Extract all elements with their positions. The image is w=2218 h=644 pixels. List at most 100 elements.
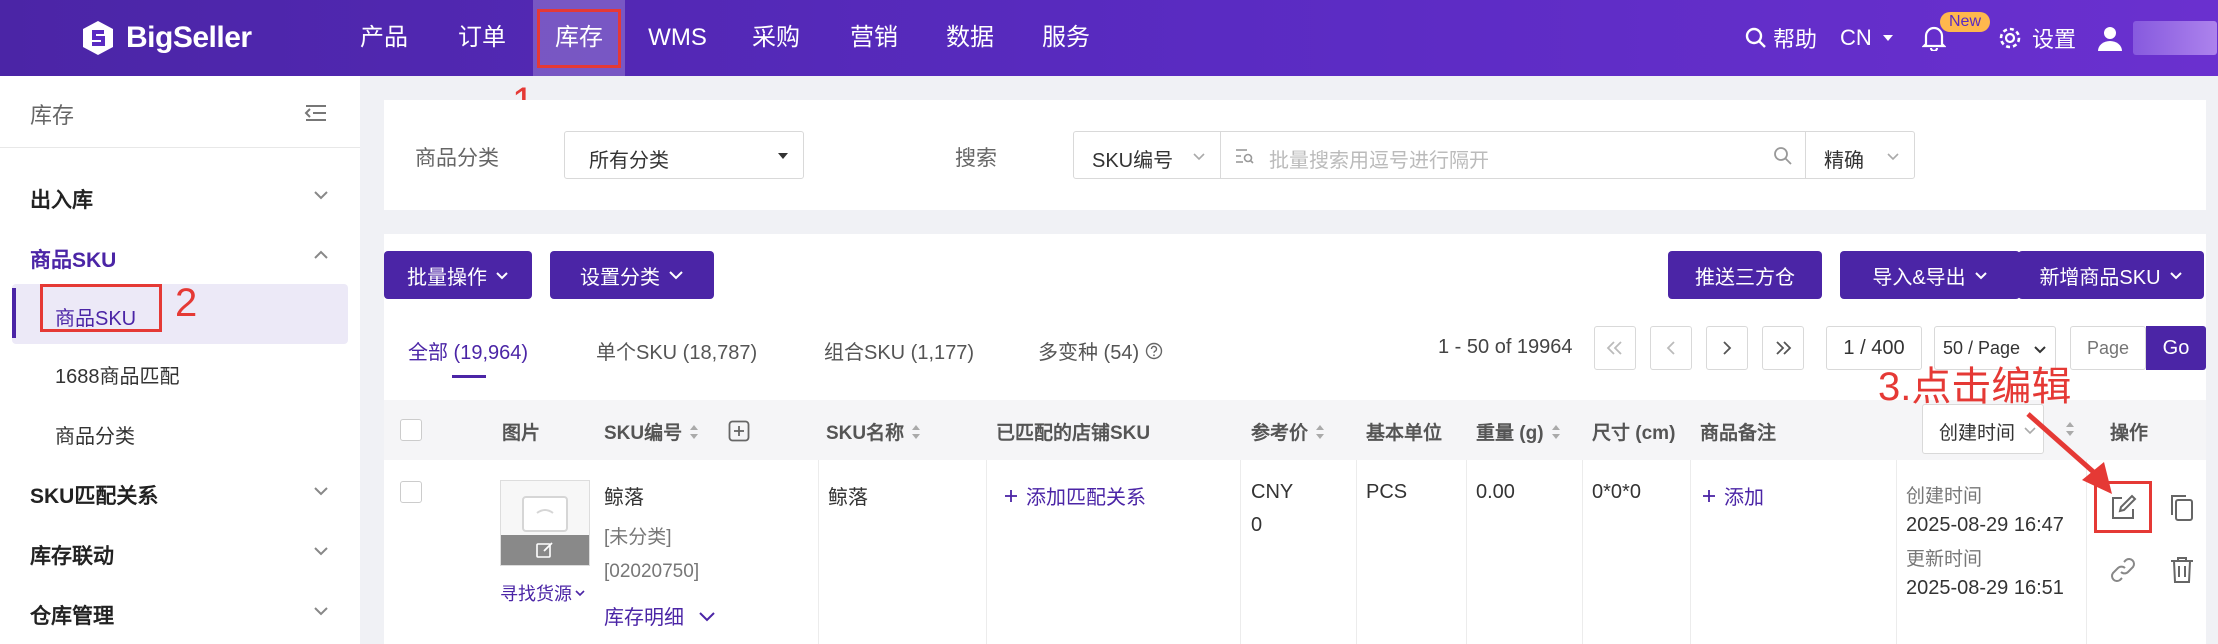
annotation-step-3: 3.点击编辑 [1878,365,2072,409]
nav-marketing[interactable]: 营销 [838,0,910,76]
push-3pl-button[interactable]: 推送三方仓 [1668,251,1822,299]
prev-page-button[interactable] [1650,326,1692,370]
push-3pl-label: 推送三方仓 [1695,266,1795,289]
select-all-checkbox[interactable] [400,419,422,441]
collapse-menu-icon[interactable] [304,103,328,123]
page-size-select[interactable]: 50 / Page [1934,326,2056,370]
base-unit-value: PCS [1366,481,1408,503]
sort-icon [912,424,921,439]
chevron-left-icon [1666,341,1675,355]
set-category-button[interactable]: 设置分类 [550,251,714,299]
column-weight-label: 重量 (g) [1476,423,1544,444]
chevron-up-icon [314,250,328,259]
column-weight[interactable]: 重量 (g) [1476,418,1562,445]
sku-title: 鲸落 [604,487,644,509]
sidebar-item-warehouse[interactable]: 仓库管理 [0,584,360,640]
help-link[interactable]: 帮助 [1745,0,1817,76]
sidebar-item-inbound-outbound[interactable]: 出入库 [0,168,360,224]
nav-wms[interactable]: WMS [640,0,715,76]
help-circle-icon[interactable] [1145,342,1163,360]
product-image-thumbnail[interactable] [500,480,590,566]
chevron-down-icon [314,487,328,496]
sidebar-item-1688-match[interactable]: 1688商品匹配 [0,344,360,400]
edit-icon [536,542,553,558]
add-match-link[interactable]: 添加匹配关系 [1004,481,1146,510]
bulk-actions-button[interactable]: 批量操作 [384,251,532,299]
column-sku-code[interactable]: SKU编号 [604,418,700,445]
updated-time-label: 更新时间 [1906,549,1983,570]
add-note-link[interactable]: 添加 [1702,481,1764,510]
nav-products[interactable]: 产品 [348,0,420,76]
nav-purchase[interactable]: 采购 [740,0,812,76]
trash-icon[interactable] [2169,555,2195,585]
nav-services[interactable]: 服务 [1030,0,1102,76]
search-input[interactable]: 批量搜索用逗号进行隔开 [1220,131,1806,179]
goto-page-button[interactable]: Go [2146,326,2206,370]
find-source-link[interactable]: 寻找货源 [500,580,586,606]
caret-down-icon [1882,35,1893,41]
sidebar-item-product-category[interactable]: 商品分类 [0,404,360,460]
annotation-box-product-sku [40,284,162,332]
price-value: 0 [1251,514,1263,536]
user-icon [2098,27,2122,51]
row-checkbox[interactable] [400,481,422,503]
add-square-icon[interactable] [728,420,750,442]
stock-detail-link[interactable]: 库存明细 [604,601,716,630]
search-filter-label: 搜索 [955,147,997,170]
match-mode-select[interactable]: 精确 [1805,131,1915,179]
gear-icon [1999,27,2021,49]
top-navigation-bar: BigSeller 产品 订单 库存 WMS 采购 营销 数据 服务 帮助 CN… [0,0,2218,76]
tab-variants[interactable]: 多变种 (54) [1038,336,1163,365]
nav-data[interactable]: 数据 [934,0,1006,76]
find-source-label: 寻找货源 [500,584,572,604]
language-selector[interactable]: CN [1840,0,1894,76]
column-sku-name[interactable]: SKU名称 [826,418,922,445]
category-filter-label: 商品分类 [415,147,499,170]
settings-link[interactable]: 设置 [1998,0,2076,76]
category-select-value: 所有分类 [589,150,669,172]
link-icon[interactable] [2108,555,2138,585]
bulk-search-icon [1236,149,1254,164]
goto-page-input[interactable] [2070,326,2146,370]
chevron-right-icon [1723,341,1732,355]
next-page-button[interactable] [1706,326,1748,370]
category-select[interactable]: 所有分类 [564,131,804,179]
image-edit-overlay[interactable] [501,535,589,565]
tab-variants-label: 多变种 (54) [1038,342,1140,364]
add-sku-button[interactable]: 新增商品SKU [2018,251,2204,299]
page-size-value: 50 / Page [1943,338,2021,358]
plus-icon [1703,489,1715,502]
copy-icon[interactable] [2168,493,2196,523]
search-type-select[interactable]: SKU编号 [1073,131,1221,179]
search-icon[interactable] [1773,146,1793,166]
size-value: 0*0*0 [1592,481,1641,503]
match-mode-value: 精确 [1824,150,1864,172]
bulk-actions-label: 批量操作 [407,266,487,289]
column-ref-price[interactable]: 参考价 [1251,418,1326,445]
sidebar-item-label: SKU匹配关系 [30,485,159,508]
sidebar-item-stock-sync[interactable]: 库存联动 [0,524,360,580]
first-page-button[interactable] [1594,326,1636,370]
search-icon [1745,27,1766,48]
sidebar-title: 库存 [30,103,75,128]
sidebar-item-label: 库存联动 [30,545,114,568]
import-export-button[interactable]: 导入&导出 [1840,251,2020,299]
last-page-button[interactable] [1762,326,1804,370]
notifications-button[interactable] [1922,0,1946,76]
sidebar-item-sku-match[interactable]: SKU匹配关系 [0,464,360,520]
settings-label: 设置 [2032,27,2077,52]
nav-orders[interactable]: 订单 [446,0,518,76]
sort-icon [1551,424,1560,439]
help-label: 帮助 [1773,27,1818,52]
tab-bundle-sku[interactable]: 组合SKU (1,177) [824,336,974,365]
updated-time-value: 2025-08-29 16:51 [1906,577,2064,599]
user-menu[interactable] [2097,0,2217,76]
stock-detail-label: 库存明细 [604,607,684,629]
bigseller-logo[interactable]: BigSeller [80,18,252,58]
column-divider [1896,460,1897,644]
sku-name: 鲸落 [828,487,868,509]
tab-single-sku[interactable]: 单个SKU (18,787) [596,336,757,365]
tab-all[interactable]: 全部 (19,964) [408,336,528,365]
sidebar-item-product-sku-group[interactable]: 商品SKU [0,228,360,284]
column-ref-price-label: 参考价 [1251,423,1309,444]
